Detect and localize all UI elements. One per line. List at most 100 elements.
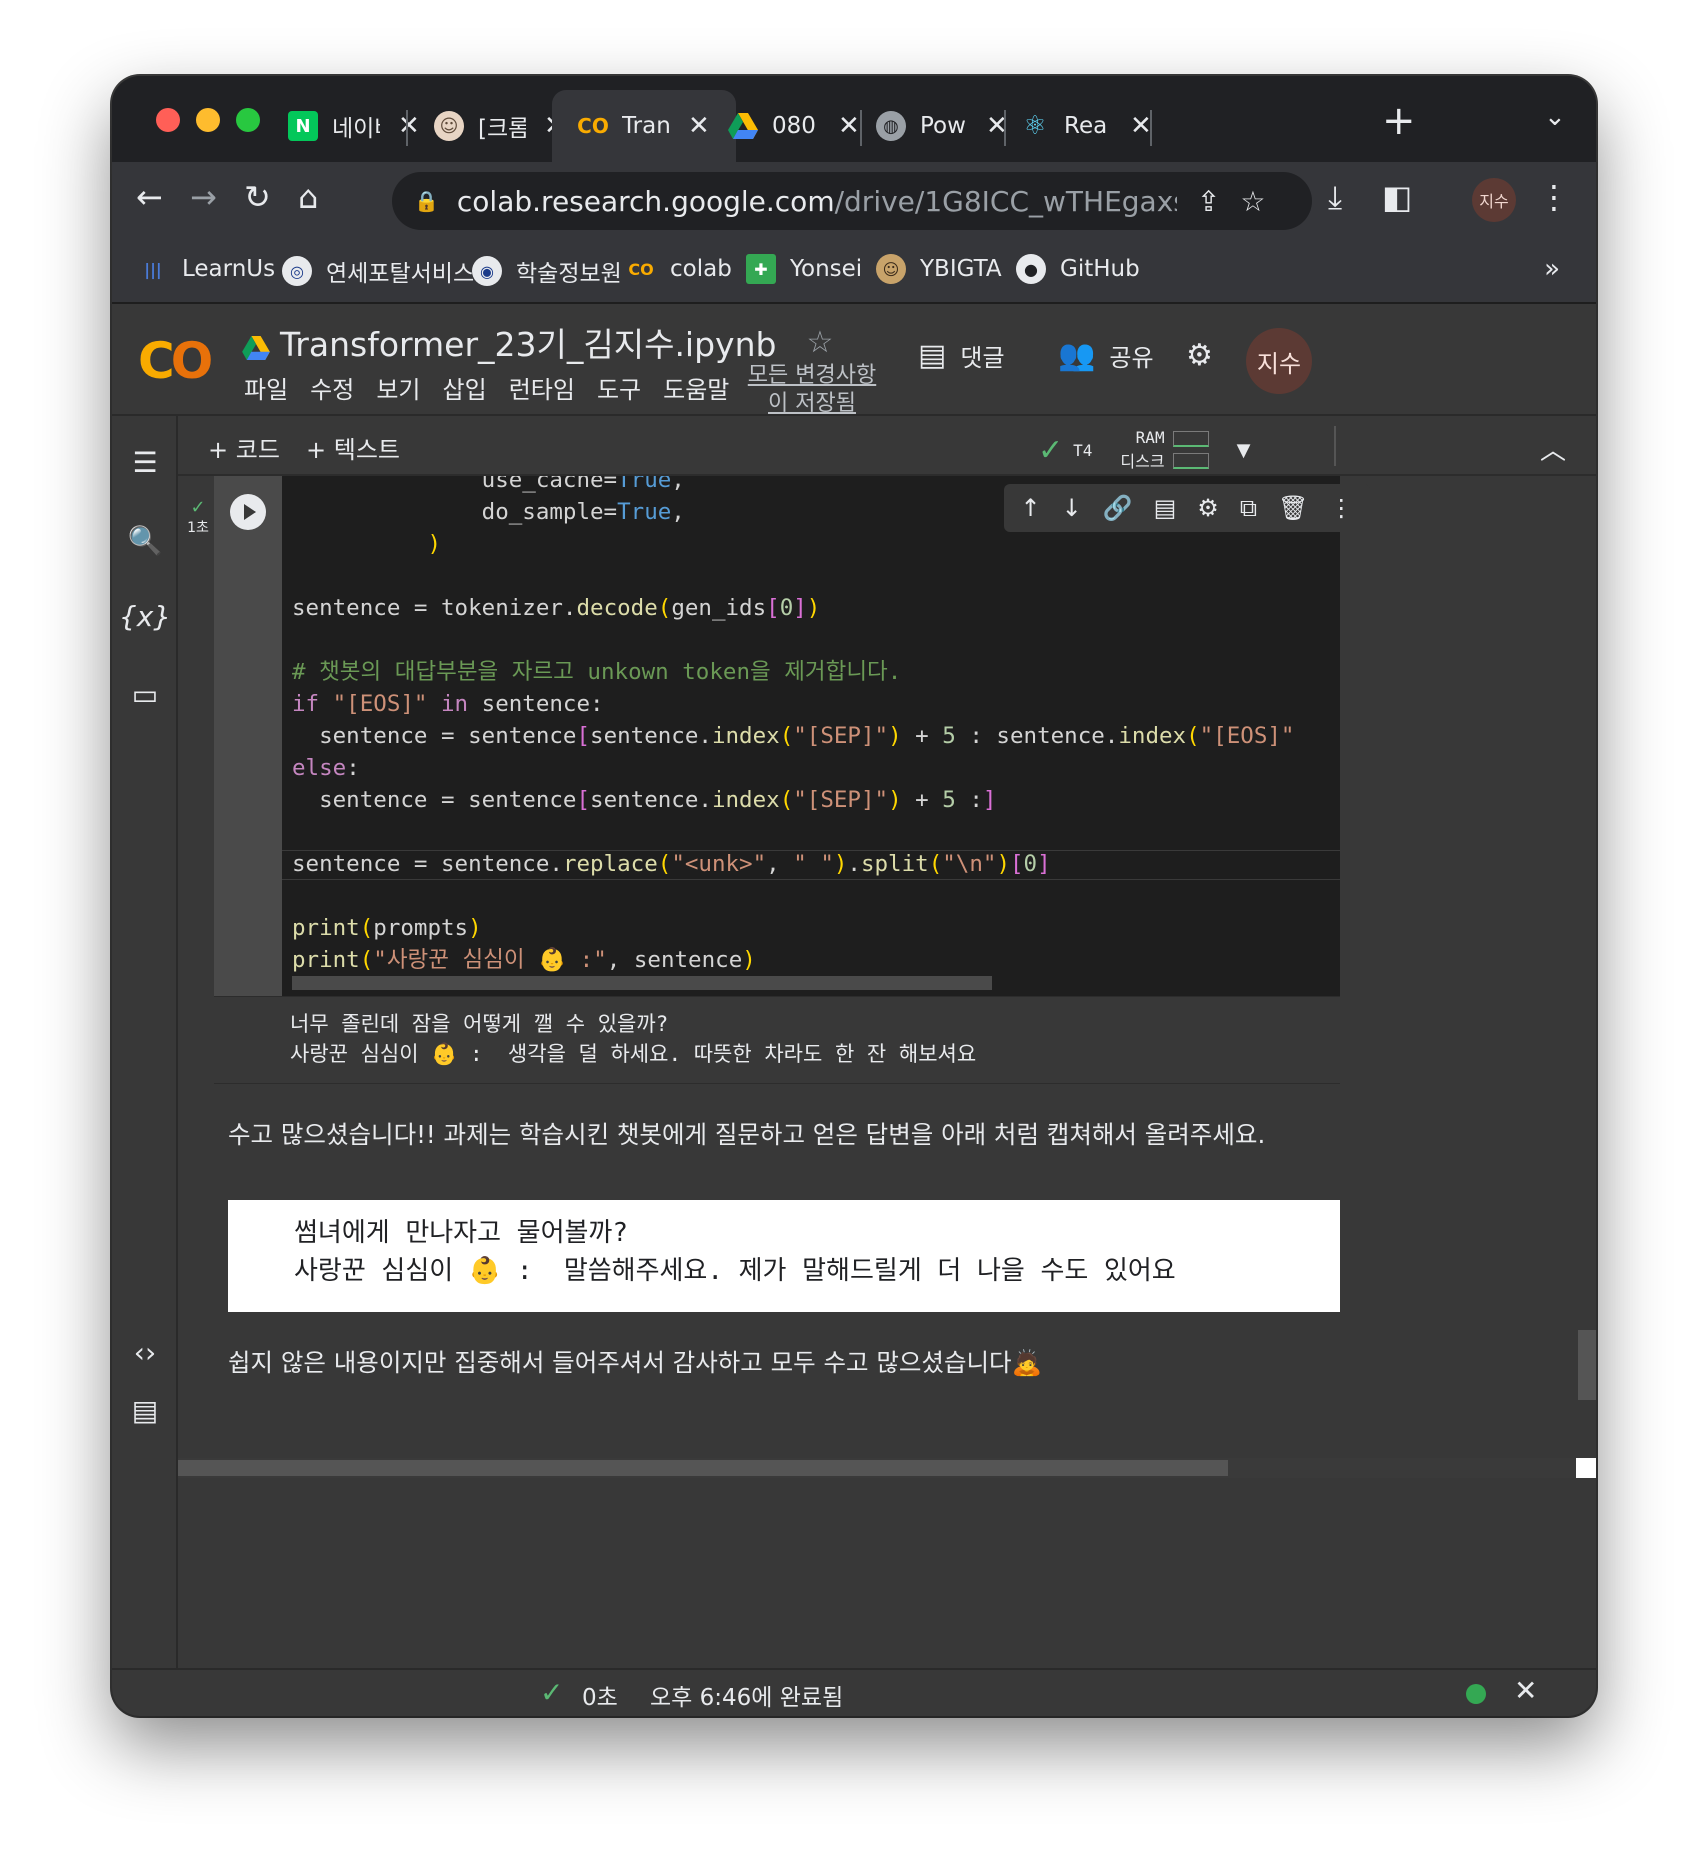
status-bar: ✓ 0초 오후 6:46에 완료됨 ✕ [112, 1668, 1596, 1716]
chevron-down-icon[interactable]: ⌄ [1544, 102, 1566, 132]
close-icon[interactable]: ✕ [1130, 111, 1152, 141]
notebook-title-text[interactable]: Transformer_23기_김지수.ipynb [280, 318, 776, 366]
bookmark-label: YBIGTA [920, 256, 1002, 282]
address-bar[interactable]: 🔒 colab.research.google.com/drive/1G8ICC… [392, 172, 1312, 230]
new-tab-button[interactable]: + [1382, 98, 1416, 144]
tab-title: Pow [920, 113, 966, 139]
home-icon[interactable]: ⌂ [298, 178, 318, 216]
search-icon[interactable]: 🔍 [112, 524, 178, 557]
colab-logo[interactable]: CO [138, 332, 213, 390]
share-label: 공유 [1109, 344, 1154, 372]
tab-naver[interactable]: N 네이버 ✕ [288, 90, 420, 162]
menu-file[interactable]: 파일 [244, 370, 288, 405]
menu-view[interactable]: 보기 [376, 370, 420, 405]
arrow-up-icon[interactable]: ↑ [1021, 494, 1041, 522]
code-editor[interactable]: use_cache=True, do_sample=True, ) senten… [282, 476, 1340, 996]
reload-icon[interactable]: ↻ [244, 178, 271, 216]
exec-time: 1초 [187, 520, 209, 536]
close-icon[interactable]: ✕ [688, 111, 710, 141]
bookmark-library[interactable]: ◉ 학술정보원 [472, 254, 622, 288]
colab-header: CO Transformer_23기_김지수.ipynb ☆ 파일 수정 보기 … [112, 304, 1596, 416]
more-vert-icon[interactable]: ⋮ [1329, 494, 1353, 522]
close-icon[interactable]: ✕ [398, 111, 420, 141]
menu-tools[interactable]: 도구 [597, 370, 641, 405]
menu-help[interactable]: 도움말 [663, 370, 729, 405]
arrow-down-icon[interactable]: ↓ [1062, 494, 1082, 522]
browser-window: N 네이버 ✕ ☺ [크롬 ✕ CO Tran ✕ 080 ✕ ◍ Pow ✕ [112, 76, 1596, 1716]
variables-icon[interactable]: {x} [112, 600, 178, 633]
notebook-title[interactable]: Transformer_23기_김지수.ipynb ☆ [242, 318, 833, 366]
caret-down-icon[interactable]: ▼ [1237, 440, 1251, 461]
close-icon[interactable]: ✕ [1514, 1674, 1537, 1707]
tab-chrome[interactable]: ☺ [크롬 ✕ [434, 90, 566, 162]
resource-labels: RAM 디스크 [1120, 426, 1164, 474]
bookmarks-overflow-icon[interactable]: » [1544, 254, 1560, 284]
code-snippets-icon[interactable]: ‹› [112, 1336, 178, 1369]
menu-edit[interactable]: 수정 [310, 370, 354, 405]
notebook-hscrollbar[interactable] [178, 1458, 1596, 1478]
resource-bars [1172, 431, 1209, 469]
bookmark-yonsei[interactable]: ✚ Yonsei [746, 254, 862, 284]
menu-runtime[interactable]: 런타임 [509, 370, 575, 405]
example-line: 썸녀에게 만나자고 물어볼까? [294, 1218, 629, 1248]
save-status[interactable]: 모든 변경사항이 저장됨 [742, 362, 882, 416]
star-icon[interactable]: ☆ [1240, 185, 1265, 218]
download-icon[interactable]: ⤓ [1328, 178, 1342, 217]
runtime-status[interactable]: ✓ T4 RAM 디스크 ▼ [1038, 426, 1250, 474]
sheets-icon: ✚ [746, 254, 776, 284]
bookmark-colab[interactable]: CO colab [626, 254, 731, 284]
star-icon[interactable]: ☆ [806, 325, 833, 360]
tab-colab-active[interactable]: CO Tran ✕ [552, 90, 736, 162]
code-line-13: sentence = sentence.replace("<unk>", " "… [292, 851, 1051, 877]
bookmark-yonsei-portal[interactable]: ◎ 연세포탈서비스 [282, 254, 474, 288]
settings-button[interactable]: ⚙ [1186, 338, 1227, 373]
tab-globe[interactable]: ◍ Pow ✕ [876, 90, 1008, 162]
code-line-7: # 챗봇의 대답부분을 자르고 unkown token을 제거합니다. [292, 659, 902, 685]
menu-insert[interactable]: 삽입 [443, 370, 487, 405]
more-vert-icon[interactable]: ⋮ [1538, 178, 1570, 216]
maximize-window-button[interactable] [236, 108, 260, 132]
mirror-cell-icon[interactable]: ⧉ [1240, 494, 1257, 522]
code-cell[interactable]: ✓ 1초 use_cache=True, do_sample=True, ) s… [187, 476, 1370, 996]
code-line-16: print("사랑꾼 심심이 👶 :", sentence) [292, 947, 756, 973]
add-text-button[interactable]: + 텍스트 [306, 430, 400, 465]
minimize-window-button[interactable] [196, 108, 220, 132]
example-capture-image: 썸녀에게 만나자고 물어볼까? 사랑꾼 심심이 👶 : 말씀해주세요. 제가 말… [228, 1200, 1340, 1312]
share-icon[interactable]: ⇪ [1197, 185, 1220, 218]
bookmark-learnus[interactable]: ||| LearnUs [138, 254, 275, 284]
folder-icon[interactable]: ▭ [112, 678, 178, 711]
add-code-button[interactable]: + 코드 [208, 430, 280, 465]
account-avatar[interactable]: 지수 [1246, 328, 1312, 394]
chevron-up-icon[interactable]: ︿ [1540, 430, 1566, 467]
sidepanel-icon[interactable]: ◧ [1382, 178, 1412, 216]
tab-drive[interactable]: 080 ✕ [728, 90, 860, 162]
link-icon[interactable]: 🔗 [1103, 494, 1133, 522]
bookmark-label: Yonsei [790, 256, 863, 282]
tab-react[interactable]: ⚛ Rea ✕ [1020, 90, 1152, 162]
gear-icon[interactable]: ⚙ [1197, 494, 1219, 522]
instruction-text: 수고 많으셨습니다!! 과제는 학습시킨 챗봇에게 질문하고 얻은 답변을 아래… [228, 1120, 1266, 1149]
code-line-3: ) [427, 531, 442, 557]
comment-button[interactable]: ▤ 댓글 [918, 338, 1005, 373]
trash-icon[interactable]: 🗑 [1278, 494, 1308, 522]
forward-icon[interactable]: → [190, 178, 217, 216]
bookmark-github[interactable]: ● GitHub [1016, 254, 1140, 284]
back-icon[interactable]: ← [136, 178, 163, 216]
cell-gutter [214, 476, 282, 996]
cell-output: 너무 졸린데 잠을 어떻게 깰 수 있을까? 사랑꾼 심심이 👶 : 생각을 덜… [214, 996, 1340, 1084]
profile-avatar[interactable]: 지수 [1472, 178, 1516, 222]
share-button[interactable]: 👥 공유 [1058, 338, 1154, 373]
close-icon[interactable]: ✕ [838, 111, 860, 141]
bookmark-ybigta[interactable]: ☺ YBIGTA [876, 254, 1002, 284]
colab-icon: CO [628, 259, 654, 279]
run-cell-button[interactable] [230, 494, 266, 530]
toc-icon[interactable]: ☰ [112, 446, 178, 479]
left-rail: ☰ 🔍 {x} ▭ ‹› ▤ [112, 416, 178, 1668]
comment-icon[interactable]: ▤ [1154, 494, 1177, 522]
notebook-vscrollbar[interactable] [1578, 1330, 1596, 1400]
globe-icon: ◍ [876, 111, 906, 141]
terminal-icon[interactable]: ▤ [112, 1394, 178, 1427]
cell-exec-status: ✓ 1초 [178, 498, 218, 538]
close-window-button[interactable] [156, 108, 180, 132]
code-hscrollbar[interactable] [292, 976, 992, 990]
